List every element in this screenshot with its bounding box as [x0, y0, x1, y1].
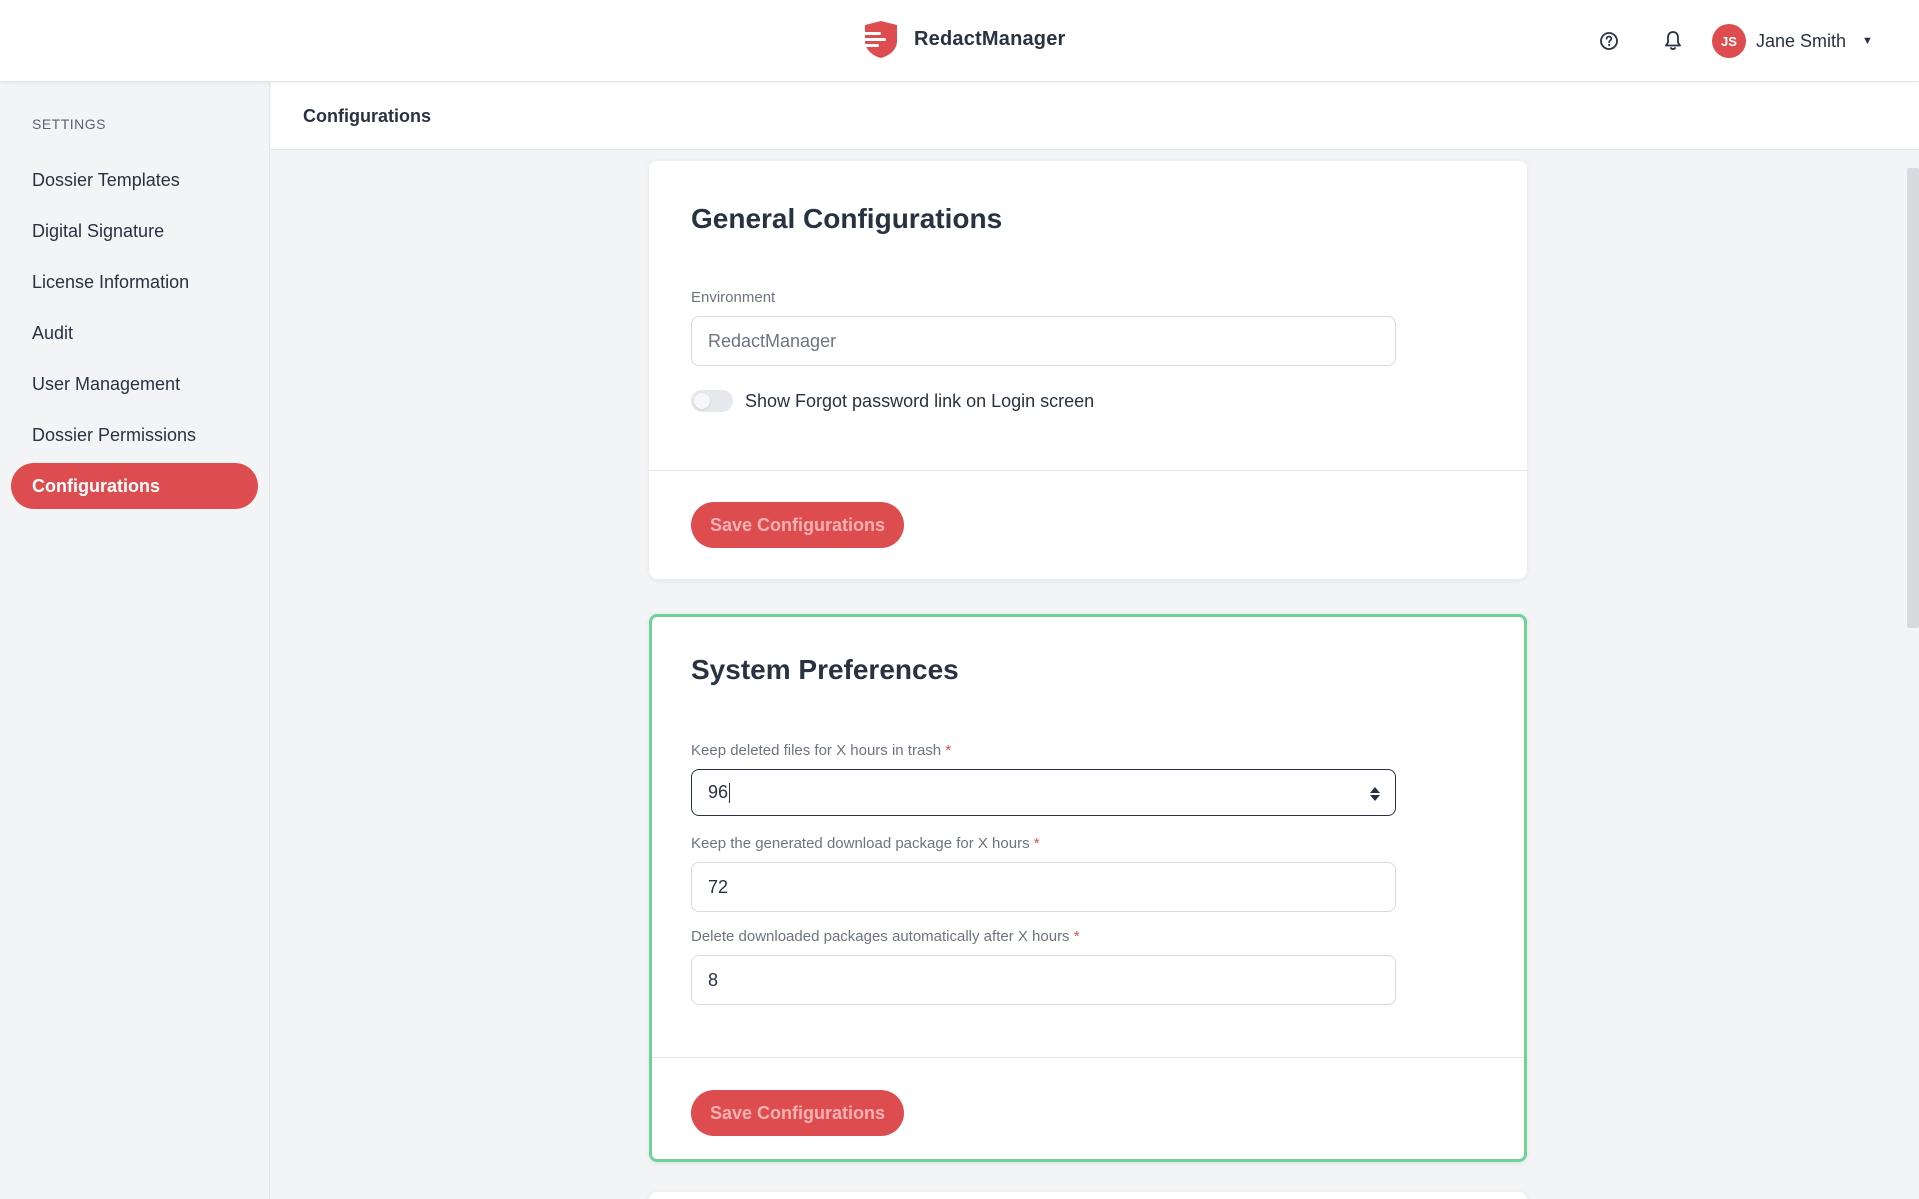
user-name: Jane Smith: [1756, 30, 1847, 51]
required-mark: *: [1033, 835, 1040, 852]
page-header: Configurations: [271, 82, 1919, 150]
save-system-preferences-button[interactable]: Save Configurations: [691, 1090, 905, 1136]
number-stepper-icon[interactable]: [1369, 784, 1381, 804]
card-divider: [652, 1057, 1524, 1058]
help-icon[interactable]: [1594, 26, 1624, 56]
delete-after-input[interactable]: 8: [691, 955, 1396, 1005]
trash-hours-label: Keep deleted files for X hours in trash …: [691, 742, 951, 759]
user-menu[interactable]: JS Jane Smith ▼: [1712, 23, 1873, 59]
sidebar-item-configurations[interactable]: Configurations: [11, 463, 258, 509]
delete-after-label-text: Delete downloaded packages automatically…: [691, 928, 1070, 945]
text-cursor: [729, 782, 731, 803]
general-configurations-title: General Configurations: [691, 203, 1003, 234]
trash-hours-value: 96: [708, 782, 729, 802]
sidebar-item-dossier-permissions[interactable]: Dossier Permissions: [11, 412, 258, 458]
shield-logo-icon: [860, 18, 902, 60]
download-keep-input[interactable]: 72: [691, 862, 1396, 912]
scrollbar-thumb[interactable]: [1907, 168, 1919, 628]
sidebar-nav: Dossier Templates Digital Signature Lice…: [11, 157, 258, 514]
download-keep-label-text: Keep the generated download package for …: [691, 835, 1030, 852]
sidebar-item-audit[interactable]: Audit: [11, 310, 258, 356]
forgot-password-toggle[interactable]: [691, 390, 733, 412]
forgot-password-row: Show Forgot password link on Login scree…: [691, 389, 1094, 413]
required-mark: *: [945, 742, 952, 759]
download-keep-label: Keep the generated download package for …: [691, 835, 1040, 852]
sidebar-item-digital-signature[interactable]: Digital Signature: [11, 208, 258, 254]
bell-icon[interactable]: [1658, 26, 1688, 56]
environment-label: Environment: [691, 289, 776, 306]
toggle-knob: [694, 393, 710, 409]
environment-input[interactable]: RedactManager: [691, 316, 1396, 366]
delete-after-value: 8: [708, 969, 719, 990]
sidebar-item-user-management[interactable]: User Management: [11, 361, 258, 407]
system-preferences-title: System Preferences: [691, 654, 959, 685]
sidebar-heading: SETTINGS: [32, 116, 107, 132]
forgot-password-label: Show Forgot password link on Login scree…: [745, 390, 1095, 411]
top-bar: RedactManager JS Jane Smith ▼: [0, 0, 1919, 82]
trash-hours-label-text: Keep deleted files for X hours in trash: [691, 742, 942, 759]
brand-name: RedactManager: [914, 27, 1066, 50]
environment-value: RedactManager: [708, 330, 837, 351]
system-preferences-card: System Preferences Keep deleted files fo…: [649, 614, 1527, 1162]
caret-down-icon: ▼: [1862, 35, 1873, 47]
download-keep-value: 72: [708, 876, 729, 897]
required-mark: *: [1073, 928, 1080, 945]
settings-sidebar: SETTINGS Dossier Templates Digital Signa…: [0, 82, 270, 1199]
brand[interactable]: RedactManager: [860, 18, 1066, 60]
page-title: Configurations: [303, 106, 431, 126]
avatar: JS: [1712, 24, 1746, 58]
trash-hours-input[interactable]: 96: [691, 769, 1396, 816]
card-divider: [649, 470, 1527, 471]
general-configurations-card: General Configurations Environment Redac…: [649, 161, 1527, 579]
sidebar-item-license-information[interactable]: License Information: [11, 259, 258, 305]
save-general-configurations-button[interactable]: Save Configurations: [691, 502, 905, 548]
sidebar-item-dossier-templates[interactable]: Dossier Templates: [11, 157, 258, 203]
next-card: [649, 1192, 1527, 1199]
delete-after-label: Delete downloaded packages automatically…: [691, 928, 1080, 945]
